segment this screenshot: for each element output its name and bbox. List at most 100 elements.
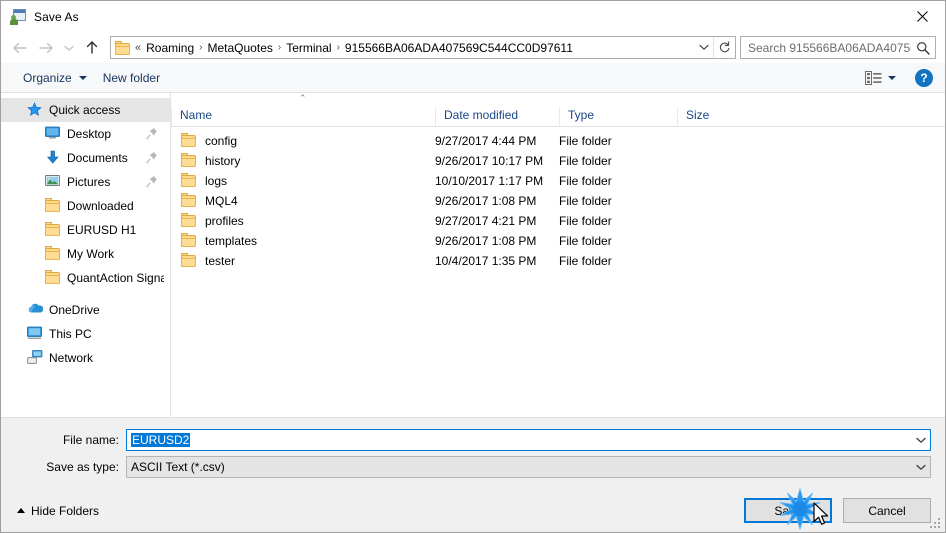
column-header-size[interactable]: Size — [677, 107, 757, 126]
breadcrumb-item-roaming[interactable]: Roaming — [143, 39, 197, 57]
sidebar-item-onedrive[interactable]: OneDrive — [1, 298, 170, 322]
view-options-icon — [865, 70, 882, 85]
sidebar-item-this-pc[interactable]: This PC — [1, 322, 170, 346]
sidebar-item-pictures[interactable]: Pictures — [1, 170, 170, 194]
folder-icon — [181, 153, 197, 169]
file-date-cell: 9/27/2017 4:44 PM — [435, 134, 537, 148]
column-header-row: ⌃ Name Date modified Type Size — [171, 94, 945, 127]
close-button[interactable] — [899, 1, 945, 31]
table-row[interactable]: logs 10/10/2017 1:17 PM File folder — [171, 171, 945, 191]
file-name-label: logs — [205, 174, 228, 188]
breadcrumb-separator[interactable]: › — [335, 42, 342, 53]
save-button[interactable]: Save — [744, 498, 832, 523]
file-name-combobox[interactable]: EURUSD2 — [126, 429, 931, 451]
sidebar-item-downloaded[interactable]: Downloaded — [1, 194, 170, 218]
sidebar-item-label: My Work — [67, 247, 115, 261]
resize-grip-icon[interactable] — [930, 518, 942, 530]
up-button[interactable] — [79, 36, 105, 60]
desktop-icon — [45, 126, 61, 142]
sidebar-item-desktop[interactable]: Desktop — [1, 122, 170, 146]
folder-icon — [115, 40, 131, 55]
new-folder-label: New folder — [102, 70, 161, 85]
folder-icon — [45, 198, 61, 214]
sidebar-item-label: Documents — [67, 151, 128, 165]
sidebar-item-quantaction-signal[interactable]: QuantAction Signal — [1, 266, 170, 290]
search-box[interactable]: Search 915566BA06ADA40756... — [740, 36, 936, 59]
pin-icon — [146, 175, 158, 188]
breadcrumb-item-metaquotes[interactable]: MetaQuotes — [205, 39, 276, 57]
chevron-down-icon — [698, 44, 709, 50]
folder-icon — [181, 133, 197, 149]
sidebar-item-label: Pictures — [67, 175, 111, 189]
close-icon — [916, 10, 928, 22]
up-arrow-icon — [86, 41, 98, 54]
sidebar-item-network[interactable]: Network — [1, 346, 170, 370]
file-date-cell: 9/26/2017 10:17 PM — [435, 154, 544, 168]
sort-ascending-icon: ⌃ — [299, 93, 307, 103]
pictures-icon — [45, 174, 61, 190]
breadcrumb: « Roaming › MetaQuotes › Terminal › 9155… — [134, 39, 694, 57]
sidebar-item-documents[interactable]: Documents — [1, 146, 170, 170]
network-icon — [27, 350, 43, 366]
organize-button[interactable]: Organize — [15, 67, 95, 89]
save-as-type-value: ASCII Text (*.csv) — [131, 460, 225, 474]
sidebar-item-label: OneDrive — [49, 303, 100, 317]
file-name-label: MQL4 — [205, 194, 238, 208]
file-name-input[interactable]: EURUSD2 — [127, 433, 912, 447]
column-header-date-modified[interactable]: Date modified — [435, 107, 559, 126]
table-row[interactable]: MQL4 9/26/2017 1:08 PM File folder — [171, 191, 945, 211]
save-as-type-label: Save as type: — [46, 460, 119, 474]
table-row[interactable]: history 9/26/2017 10:17 PM File folder — [171, 151, 945, 171]
table-row[interactable]: profiles 9/27/2017 4:21 PM File folder — [171, 211, 945, 231]
chevron-down-icon — [916, 464, 926, 470]
breadcrumb-item-terminal[interactable]: Terminal — [283, 39, 334, 57]
star-icon — [27, 102, 43, 118]
refresh-button[interactable] — [713, 37, 735, 58]
pin-icon — [146, 127, 158, 140]
sidebar-item-label: EURUSD H1 — [67, 223, 137, 237]
file-name-cell: MQL4 — [171, 193, 435, 209]
pin-icon — [146, 151, 158, 164]
breadcrumb-overflow[interactable]: « — [134, 42, 143, 54]
breadcrumb-separator[interactable]: › — [197, 42, 204, 53]
cancel-button[interactable]: Cancel — [843, 498, 931, 523]
refresh-icon — [719, 41, 730, 53]
search-input[interactable]: Search 915566BA06ADA40756... — [748, 41, 911, 55]
breadcrumb-separator[interactable]: › — [276, 42, 283, 53]
forward-button[interactable] — [33, 36, 59, 60]
new-folder-button[interactable]: New folder — [95, 67, 168, 89]
command-bar: Organize New folder ? — [1, 63, 945, 93]
back-arrow-icon — [13, 42, 27, 53]
file-name-cell: templates — [171, 233, 435, 249]
file-name-label: File name: — [62, 433, 119, 447]
address-bar[interactable]: « Roaming › MetaQuotes › Terminal › 9155… — [110, 36, 736, 59]
save-as-type-dropdown-button[interactable] — [912, 464, 930, 471]
file-name-label: config — [205, 134, 238, 148]
hide-folders-button[interactable]: Hide Folders — [17, 504, 99, 518]
save-as-dialog: Save As « Roaming › MetaQuotes › Termina… — [0, 0, 946, 533]
window-title: Save As — [34, 9, 79, 24]
back-button[interactable] — [7, 36, 33, 60]
recent-locations-button[interactable] — [59, 36, 79, 60]
breadcrumb-item-terminal-id[interactable]: 915566BA06ADA407569C544CC0D97611 — [342, 39, 576, 57]
table-row[interactable]: templates 9/26/2017 1:08 PM File folder — [171, 231, 945, 251]
file-name-dropdown-button[interactable] — [912, 437, 930, 444]
help-button[interactable]: ? — [915, 68, 933, 87]
sidebar-item-label: Quick access — [49, 103, 121, 117]
sidebar-item-quick-access[interactable]: Quick access — [1, 98, 170, 122]
file-type-cell: File folder — [559, 174, 612, 188]
sidebar-item-label: Desktop — [67, 127, 112, 141]
column-header-name[interactable]: Name — [171, 107, 435, 126]
address-dropdown-button[interactable] — [694, 37, 713, 58]
sidebar-item-my-work[interactable]: My Work — [1, 242, 170, 266]
table-row[interactable]: config 9/27/2017 4:44 PM File folder — [171, 131, 945, 151]
sidebar-item-eurusd-h1[interactable]: EURUSD H1 — [1, 218, 170, 242]
save-as-type-combobox[interactable]: ASCII Text (*.csv) — [126, 456, 931, 478]
onedrive-icon — [27, 302, 44, 318]
file-name-label: tester — [205, 254, 236, 268]
view-options-button[interactable] — [860, 68, 901, 88]
column-header-type[interactable]: Type — [559, 107, 677, 126]
table-row[interactable]: tester 10/4/2017 1:35 PM File folder — [171, 251, 945, 271]
folder-icon — [181, 213, 197, 229]
sidebar-item-label: This PC — [49, 327, 92, 341]
